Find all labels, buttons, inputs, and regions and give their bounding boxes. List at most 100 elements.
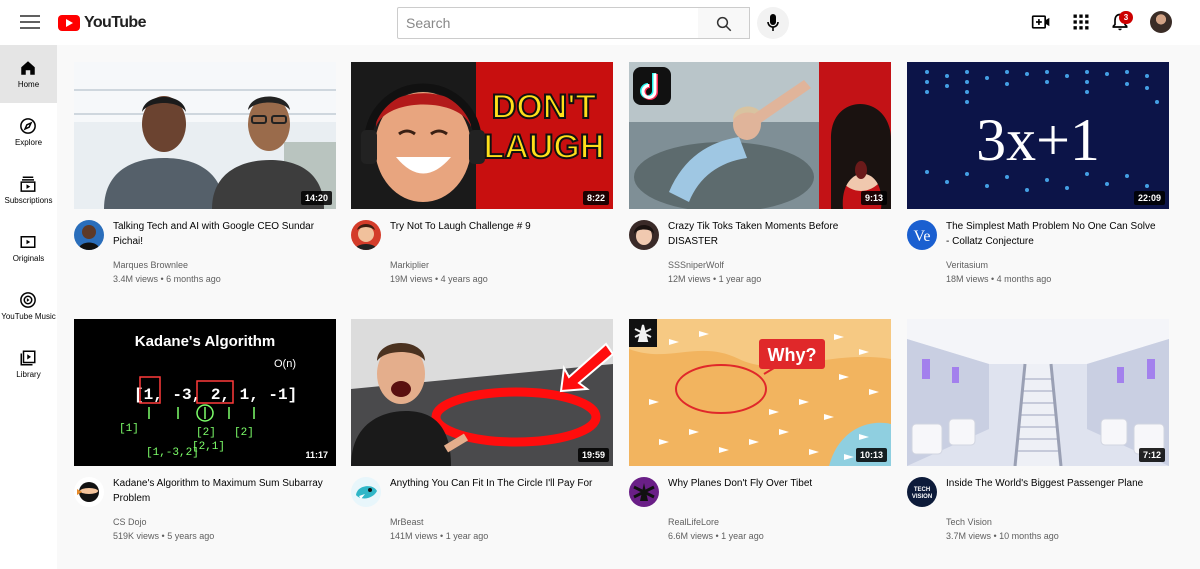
channel-name[interactable]: Marques Brownlee xyxy=(113,260,188,270)
search-input[interactable] xyxy=(397,7,699,39)
channel-avatar[interactable]: TECH VISION xyxy=(907,477,937,507)
apps-grid-icon[interactable] xyxy=(1071,12,1091,32)
video-stats: 519K views • 5 years ago xyxy=(113,531,215,541)
video-card: 9:13 Crazy Tik Toks Taken Moments Before… xyxy=(629,62,891,299)
channel-avatar[interactable] xyxy=(351,477,381,507)
channel-avatar[interactable] xyxy=(629,477,659,507)
svg-text:[2]: [2] xyxy=(234,427,254,439)
account-avatar[interactable] xyxy=(1150,11,1172,33)
thumbnail-image: 3x+1 xyxy=(907,62,1169,209)
view-count: 18M views xyxy=(946,274,989,284)
channel-name[interactable]: MrBeast xyxy=(390,517,424,527)
video-thumbnail[interactable]: Why? 10:13 xyxy=(629,319,891,466)
sidebar-item-library[interactable]: Library xyxy=(0,335,57,393)
thumbnail-image: Why? xyxy=(629,319,891,466)
video-stats: 3.4M views • 6 months ago xyxy=(113,274,221,284)
channel-name[interactable]: SSSniperWolf xyxy=(668,260,724,270)
thumbnail-image xyxy=(74,62,336,209)
thumbnail-text: Why? xyxy=(768,345,817,365)
thumbnail-text: Kadane's Algorithm xyxy=(135,333,276,350)
video-stats: 141M views • 1 year ago xyxy=(390,531,489,541)
library-icon xyxy=(20,350,36,366)
channel-avatar[interactable] xyxy=(629,220,659,250)
video-title[interactable]: Inside The World's Biggest Passenger Pla… xyxy=(946,476,1161,491)
sidebar-item-subscriptions[interactable]: Subscriptions xyxy=(0,161,57,219)
upload-age: 6 months ago xyxy=(166,274,221,284)
video-title[interactable]: Kadane's Algorithm to Maximum Sum Subarr… xyxy=(113,476,328,506)
channel-name[interactable]: RealLifeLore xyxy=(668,517,719,527)
sidebar-item-youtube-music[interactable]: YouTube Music xyxy=(0,277,57,335)
sidebar-label-originals: Originals xyxy=(12,254,45,263)
video-title[interactable]: Talking Tech and AI with Google CEO Sund… xyxy=(113,219,328,249)
page-scrollbar[interactable] xyxy=(1188,45,1200,569)
search-button[interactable] xyxy=(698,7,750,39)
video-duration: 14:20 xyxy=(300,191,332,205)
sidebar-label-youtube-music: YouTube Music xyxy=(1,312,56,321)
video-title[interactable]: The Simplest Math Problem No One Can Sol… xyxy=(946,219,1161,249)
svg-text:TECH: TECH xyxy=(914,487,930,493)
home-icon xyxy=(21,61,35,75)
video-thumbnail[interactable]: 3x+1 22:09 xyxy=(907,62,1169,209)
thumbnail-image xyxy=(629,62,891,209)
channel-avatar[interactable] xyxy=(74,220,104,250)
video-thumbnail[interactable]: 19:59 xyxy=(351,319,613,466)
channel-name[interactable]: Markiplier xyxy=(390,260,429,270)
create-video-icon[interactable] xyxy=(1031,12,1051,32)
video-title[interactable]: Crazy Tik Toks Taken Moments Before DISA… xyxy=(668,219,883,249)
channel-name[interactable]: Tech Vision xyxy=(946,517,992,527)
sidebar-label-library: Library xyxy=(16,370,41,379)
channel-name[interactable]: CS Dojo xyxy=(113,517,147,527)
channel-avatar[interactable] xyxy=(74,477,104,507)
video-thumbnail[interactable]: 9:13 xyxy=(629,62,891,209)
sidebar-label-home: Home xyxy=(17,80,40,89)
video-stats: 18M views • 4 months ago xyxy=(946,274,1052,284)
video-thumbnail[interactable]: Kadane's Algorithm [1, -3, 2, 1, -1] [1]… xyxy=(74,319,336,466)
upload-age: 5 years ago xyxy=(167,531,215,541)
view-count: 19M views xyxy=(390,274,433,284)
video-thumbnail[interactable]: 14:20 xyxy=(74,62,336,209)
svg-text:[1, -3, 2, 1, -1]: [1, -3, 2, 1, -1] xyxy=(134,386,297,404)
video-duration: 9:13 xyxy=(860,191,887,205)
video-duration: 22:09 xyxy=(1133,191,1165,205)
thumbnail-image xyxy=(351,319,613,466)
thumbnail-image: DON'T LAUGH xyxy=(351,62,613,209)
svg-text:O(n): O(n) xyxy=(274,358,296,370)
search-icon xyxy=(716,16,732,32)
logo-text: YouTube xyxy=(84,14,146,31)
video-duration: 8:22 xyxy=(582,191,609,205)
video-duration: 11:17 xyxy=(301,448,332,462)
upload-age: 1 year ago xyxy=(718,274,762,284)
music-icon xyxy=(20,292,36,308)
channel-name[interactable]: Veritasium xyxy=(946,260,988,270)
youtube-logo[interactable]: YouTube xyxy=(58,13,146,33)
svg-text:[1,-3,2]: [1,-3,2] xyxy=(146,447,199,459)
channel-avatar[interactable] xyxy=(351,220,381,250)
sidebar-item-originals[interactable]: Originals xyxy=(0,219,57,277)
video-title[interactable]: Anything You Can Fit In The Circle I'll … xyxy=(390,476,605,491)
upload-age: 4 months ago xyxy=(996,274,1052,284)
sidebar-item-home[interactable]: Home xyxy=(0,45,57,103)
thumbnail-text-line-1: DON'T xyxy=(492,88,597,126)
svg-text:[2]: [2] xyxy=(196,427,216,439)
video-thumbnail[interactable]: 7:12 xyxy=(907,319,1169,466)
svg-text:Ve: Ve xyxy=(914,228,931,245)
view-count: 3.7M views xyxy=(946,531,992,541)
upload-age: 10 months ago xyxy=(999,531,1059,541)
upload-age: 1 year ago xyxy=(445,531,489,541)
video-card: 14:20 Talking Tech and AI with Google CE… xyxy=(74,62,336,299)
video-stats: 12M views • 1 year ago xyxy=(668,274,762,284)
menu-icon[interactable] xyxy=(20,12,40,32)
svg-text:[1]: [1] xyxy=(119,423,139,435)
video-card: 19:59 Anything You Can Fit In The Circle… xyxy=(351,319,613,556)
microphone-icon xyxy=(767,14,779,31)
upload-age: 1 year ago xyxy=(721,531,764,541)
subscriptions-icon xyxy=(20,176,36,192)
video-title[interactable]: Why Planes Don't Fly Over Tibet xyxy=(668,476,883,491)
video-thumbnail[interactable]: DON'T LAUGH 8:22 xyxy=(351,62,613,209)
channel-avatar[interactable]: Ve xyxy=(907,220,937,250)
video-title[interactable]: Try Not To Laugh Challenge # 9 xyxy=(390,219,605,234)
video-card: 7:12 TECH VISION Inside The World's Bigge… xyxy=(907,319,1169,556)
voice-search-button[interactable] xyxy=(757,7,789,39)
notification-count-badge: 3 xyxy=(1119,11,1133,24)
sidebar-item-explore[interactable]: Explore xyxy=(0,103,57,161)
